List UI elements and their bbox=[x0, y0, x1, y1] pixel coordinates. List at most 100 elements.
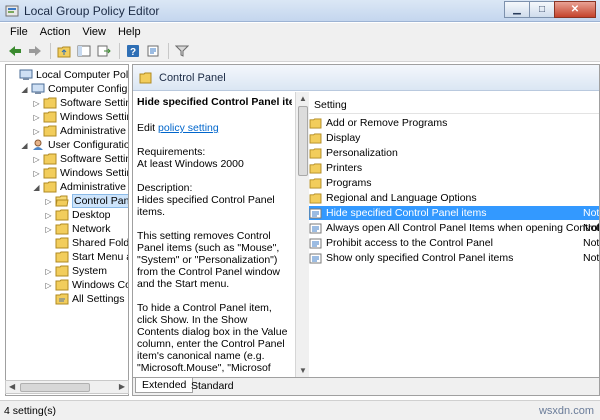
description-block: Description: Hides specified Control Pan… bbox=[137, 182, 288, 218]
settings-list[interactable]: Setting Add or Remove Programs Display Per… bbox=[309, 92, 600, 377]
setting-state: Not bbox=[583, 207, 600, 219]
tab-standard[interactable]: Standard bbox=[185, 378, 240, 393]
expand-toggle-icon[interactable]: ◢ bbox=[20, 141, 29, 150]
expand-toggle-icon[interactable]: ▷ bbox=[44, 225, 53, 234]
export-list-button[interactable] bbox=[95, 42, 113, 60]
tree-item[interactable]: Shared Folder bbox=[44, 236, 129, 250]
properties-icon bbox=[147, 45, 159, 57]
help-button[interactable]: ? bbox=[124, 42, 142, 60]
filter-button[interactable] bbox=[173, 42, 191, 60]
tree-item-label: User Configuration bbox=[48, 139, 129, 151]
up-folder-button[interactable] bbox=[55, 42, 73, 60]
edit-policy-link[interactable]: policy setting bbox=[158, 122, 219, 134]
tree-item[interactable]: Start Menu an bbox=[44, 250, 128, 264]
console-tree-icon bbox=[77, 45, 91, 57]
tree-item[interactable]: ▷ Windows Setting bbox=[32, 110, 128, 124]
properties-button[interactable] bbox=[144, 42, 162, 60]
folder-icon bbox=[43, 97, 57, 109]
show-hide-tree-button[interactable] bbox=[75, 42, 93, 60]
maximize-button[interactable]: □ bbox=[529, 1, 555, 18]
tree-item[interactable]: All Settings bbox=[44, 292, 125, 306]
scroll-thumb[interactable] bbox=[20, 383, 90, 392]
forward-button[interactable] bbox=[26, 42, 44, 60]
expand-toggle-icon[interactable]: ▷ bbox=[44, 197, 53, 206]
edit-prefix: Edit bbox=[137, 122, 159, 134]
status-bar: 4 setting(s) bbox=[0, 400, 600, 420]
tree-item[interactable]: ▷ Administrative Te bbox=[32, 124, 128, 138]
expand-toggle-icon[interactable]: ▷ bbox=[32, 169, 41, 178]
toolbar-separator bbox=[168, 43, 169, 59]
tree-item[interactable]: ◢ Computer Configura bbox=[20, 82, 128, 96]
user-icon bbox=[31, 139, 45, 151]
setting-row[interactable]: Display bbox=[309, 131, 599, 145]
policy-title: Hide specified Control Panel items bbox=[137, 96, 292, 108]
expand-toggle-icon[interactable]: ▷ bbox=[32, 155, 41, 164]
expand-toggle-icon[interactable]: ◢ bbox=[20, 85, 29, 94]
tree-item-label: Shared Folder bbox=[72, 237, 129, 249]
tree-item-label: Windows Com bbox=[72, 279, 128, 291]
expand-toggle-icon[interactable]: ◢ bbox=[32, 183, 41, 192]
expand-toggle-icon[interactable]: ▷ bbox=[32, 99, 41, 108]
tree-item[interactable]: ▷ System bbox=[44, 264, 107, 278]
tree-item[interactable]: ▷ Software Settings bbox=[32, 96, 128, 110]
toolbar: ? bbox=[0, 41, 600, 62]
scroll-right-arrow-icon[interactable]: ▶ bbox=[119, 382, 125, 391]
setting-row[interactable]: Show only specified Control Panel items N… bbox=[309, 251, 599, 265]
folder-icon bbox=[309, 192, 322, 204]
setting-name: Add or Remove Programs bbox=[326, 117, 448, 129]
expand-toggle-icon[interactable]: ▷ bbox=[32, 127, 41, 136]
scroll-thumb[interactable] bbox=[298, 106, 308, 176]
expand-toggle-icon[interactable]: ▷ bbox=[44, 281, 53, 290]
expand-toggle-icon[interactable]: ▷ bbox=[32, 113, 41, 122]
folder-open-icon bbox=[139, 72, 152, 83]
tree-item[interactable]: ◢ User Configuration bbox=[20, 138, 129, 152]
setting-column-header[interactable]: Setting bbox=[309, 96, 599, 114]
folder-icon bbox=[309, 132, 322, 144]
tree-item-label: Windows Setting bbox=[60, 167, 128, 179]
folder-icon bbox=[43, 153, 57, 165]
menu-view[interactable]: View bbox=[76, 26, 112, 38]
tree-item-label: Software Settings bbox=[60, 97, 128, 109]
tree-item[interactable]: ▷ Control Panel bbox=[44, 194, 128, 208]
close-button[interactable]: ✕ bbox=[554, 1, 596, 18]
menu-help[interactable]: Help bbox=[112, 26, 147, 38]
tree-item[interactable]: ◢ Administrative Te bbox=[32, 180, 128, 194]
tree-item[interactable]: ▷ Network bbox=[44, 222, 110, 236]
setting-row[interactable]: Programs bbox=[309, 176, 599, 190]
setting-row[interactable]: Printers bbox=[309, 161, 599, 175]
folder-icon bbox=[309, 117, 322, 129]
tree-horizontal-scrollbar[interactable]: ◀ ▶ bbox=[5, 380, 129, 394]
expand-toggle-icon[interactable]: ▷ bbox=[44, 267, 53, 276]
scroll-down-arrow-icon[interactable]: ▼ bbox=[299, 366, 307, 375]
scroll-up-arrow-icon[interactable]: ▲ bbox=[299, 94, 307, 103]
help-icon: ? bbox=[127, 45, 139, 58]
tree-item-label: Software Settings bbox=[60, 153, 128, 165]
menu-file[interactable]: File bbox=[4, 26, 34, 38]
tree-item[interactable]: Local Computer Policy bbox=[8, 68, 128, 82]
console-tree[interactable]: Local Computer Policy ◢ Computer Configura… bbox=[5, 64, 129, 396]
tree-item[interactable]: ▷ Software Settings bbox=[32, 152, 128, 166]
details-header: Control Panel bbox=[133, 65, 599, 91]
tree-item[interactable]: ▷ Windows Setting bbox=[32, 166, 128, 180]
setting-row[interactable]: Prohibit access to the Control Panel Not bbox=[309, 236, 599, 250]
minimize-button[interactable]: ▁ bbox=[504, 1, 530, 18]
back-button[interactable] bbox=[6, 42, 24, 60]
description-scrollbar[interactable]: ▲ ▼ bbox=[295, 92, 309, 377]
details-title: Control Panel bbox=[159, 71, 226, 84]
setting-name: Prohibit access to the Control Panel bbox=[326, 237, 493, 249]
tree-item[interactable]: ▷ Windows Com bbox=[44, 278, 128, 292]
policy-icon bbox=[309, 238, 322, 249]
scroll-left-arrow-icon[interactable]: ◀ bbox=[9, 382, 15, 391]
setting-row[interactable]: Add or Remove Programs bbox=[309, 116, 599, 130]
tree-item[interactable]: ▷ Desktop bbox=[44, 208, 110, 222]
setting-name: Printers bbox=[326, 162, 363, 174]
setting-row[interactable]: Hide specified Control Panel items Not bbox=[309, 206, 600, 220]
setting-row[interactable]: Regional and Language Options bbox=[309, 191, 599, 205]
description-value: Hides specified Control Panel items. bbox=[137, 194, 275, 218]
expand-toggle-icon[interactable]: ▷ bbox=[44, 211, 53, 220]
setting-row[interactable]: Always open All Control Panel Items when… bbox=[309, 221, 599, 235]
tree-item-label: Administrative Te bbox=[60, 181, 128, 193]
setting-row[interactable]: Personalization bbox=[309, 146, 599, 160]
menu-action[interactable]: Action bbox=[34, 26, 77, 38]
tree-item-label: System bbox=[72, 265, 108, 277]
